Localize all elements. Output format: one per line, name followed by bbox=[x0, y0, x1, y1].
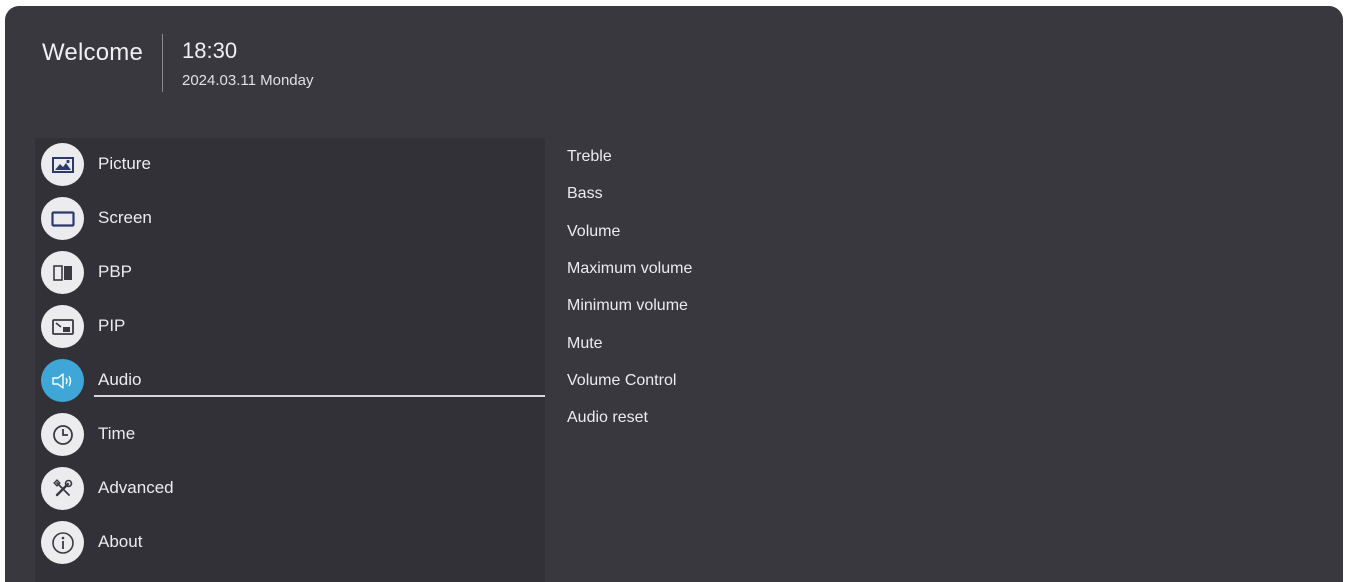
clock-date: 2024.03.11 Monday bbox=[182, 72, 314, 89]
clock-time: 18:30 bbox=[182, 38, 238, 63]
welcome-title: Welcome bbox=[42, 39, 143, 66]
sidebar-item-pip[interactable]: PIP bbox=[35, 300, 545, 354]
sidebar-item-label: PIP bbox=[98, 316, 126, 335]
submenu-item-bass[interactable]: Bass bbox=[567, 185, 603, 215]
sidebar-item-about[interactable]: About bbox=[35, 516, 545, 570]
sidebar-item-screen[interactable]: Screen bbox=[35, 192, 545, 246]
sidebar-item-label: Audio bbox=[98, 370, 142, 389]
screen-icon bbox=[41, 197, 84, 240]
submenu-item-volume[interactable]: Volume bbox=[567, 223, 620, 253]
sidebar-item-label: Picture bbox=[98, 154, 151, 173]
picture-icon bbox=[41, 143, 84, 186]
header: Welcome 18:30 2024.03.11 Monday bbox=[5, 6, 1343, 106]
settings-sidebar: Picture Screen PBP PIP Audio Time Advanc… bbox=[35, 138, 545, 582]
sidebar-item-label: Advanced bbox=[98, 478, 174, 497]
active-item-underline bbox=[94, 395, 545, 397]
submenu-item-treble[interactable]: Treble bbox=[567, 148, 612, 178]
sidebar-item-audio[interactable]: Audio bbox=[35, 354, 545, 408]
pip-icon bbox=[41, 305, 84, 348]
sidebar-item-picture[interactable]: Picture bbox=[35, 138, 545, 192]
settings-screen: Welcome 18:30 2024.03.11 Monday Picture … bbox=[5, 6, 1343, 582]
sidebar-item-pbp[interactable]: PBP bbox=[35, 246, 545, 300]
submenu-item-audio-reset[interactable]: Audio reset bbox=[567, 409, 648, 439]
speaker-icon bbox=[41, 359, 84, 402]
submenu-item-minimum-volume[interactable]: Minimum volume bbox=[567, 297, 688, 327]
tools-icon bbox=[41, 467, 84, 510]
sidebar-item-label: Time bbox=[98, 424, 136, 443]
sidebar-item-label: Screen bbox=[98, 208, 152, 227]
header-divider bbox=[162, 34, 163, 92]
submenu-item-volume-control[interactable]: Volume Control bbox=[567, 372, 676, 402]
sidebar-item-label: PBP bbox=[98, 262, 133, 281]
info-icon bbox=[41, 521, 84, 564]
sidebar-item-advanced[interactable]: Advanced bbox=[35, 462, 545, 516]
submenu-item-maximum-volume[interactable]: Maximum volume bbox=[567, 260, 692, 290]
pbp-icon bbox=[41, 251, 84, 294]
sidebar-item-time[interactable]: Time bbox=[35, 408, 545, 462]
submenu-item-mute[interactable]: Mute bbox=[567, 335, 603, 365]
sidebar-item-label: About bbox=[98, 532, 143, 551]
clock-icon bbox=[41, 413, 84, 456]
